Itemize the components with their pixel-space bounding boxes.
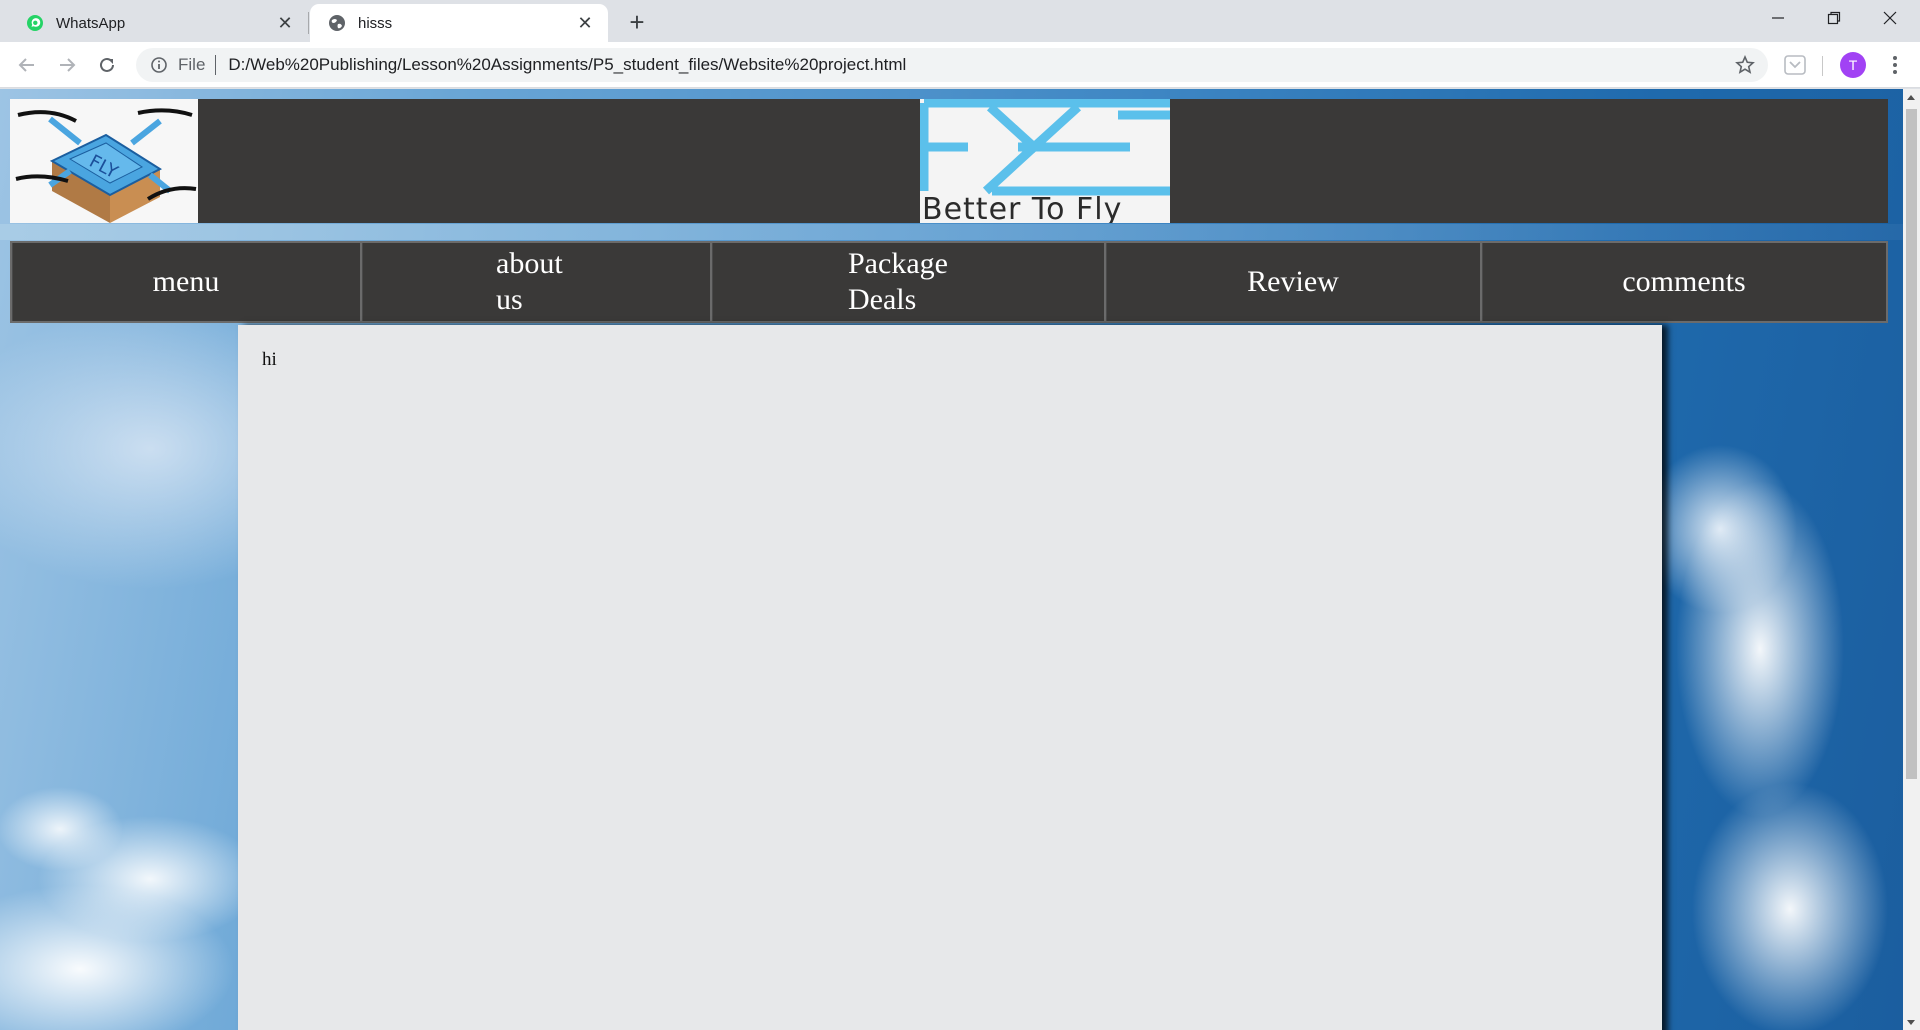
star-icon	[1735, 55, 1755, 74]
nav-item-package-deals[interactable]: Package Deals	[712, 243, 1106, 321]
page-viewport: FLY Better To Fly menu about us Package …	[0, 89, 1903, 1030]
content-text: hi	[262, 349, 277, 370]
main-content: hi	[238, 325, 1662, 1030]
menu-dot	[1893, 63, 1897, 67]
minimize-button[interactable]	[1750, 0, 1806, 36]
back-arrow-icon	[18, 58, 34, 72]
scroll-down-arrow-icon[interactable]	[1907, 1020, 1915, 1025]
tab-whatsapp[interactable]: WhatsApp ✕	[8, 4, 308, 42]
page-scrollbar[interactable]	[1903, 89, 1920, 1030]
nav-item-label: Review	[1247, 265, 1339, 298]
nav-item-label: Package Deals	[848, 247, 948, 316]
nav-item-comments[interactable]: comments	[1482, 243, 1886, 321]
new-tab-button[interactable]: +	[622, 7, 652, 37]
close-icon[interactable]: ✕	[574, 12, 596, 34]
drone-logo-icon: FLY	[15, 108, 197, 223]
back-button[interactable]	[12, 50, 42, 80]
site-header: FLY Better To Fly	[10, 99, 1888, 223]
scroll-up-arrow-icon[interactable]	[1907, 95, 1915, 100]
drone-box-logo: FLY	[10, 99, 198, 223]
brand-tagline: Better To Fly	[922, 192, 1123, 223]
tab-hisss[interactable]: hisss ✕	[310, 4, 608, 42]
nav-item-label: about us	[496, 247, 563, 316]
close-icon	[1883, 11, 1897, 25]
forward-button[interactable]	[52, 50, 82, 80]
nav-item-label: menu	[152, 265, 220, 298]
globe-icon	[329, 15, 345, 31]
scroll-thumb[interactable]	[1906, 109, 1917, 779]
close-window-button[interactable]	[1862, 0, 1918, 36]
tab-title: WhatsApp	[56, 14, 126, 32]
nav-item-about-us[interactable]: about us	[362, 243, 712, 321]
scheme-label: File	[178, 55, 206, 74]
omnibox-divider	[215, 55, 217, 75]
site-nav: menu about us Package Deals Review comme…	[10, 241, 1888, 323]
address-bar[interactable]: File D:/Web%20Publishing/Lesson%20Assign…	[136, 48, 1768, 82]
forward-arrow-icon	[60, 58, 76, 72]
menu-dot	[1893, 56, 1897, 60]
minimize-icon	[1772, 17, 1784, 19]
nav-item-menu[interactable]: menu	[12, 243, 362, 321]
info-icon[interactable]	[150, 56, 168, 74]
nav-item-label: comments	[1622, 265, 1746, 298]
reload-button[interactable]	[92, 50, 122, 80]
whatsapp-icon	[27, 15, 43, 31]
sky-background-streak	[0, 224, 1903, 240]
restore-button[interactable]	[1806, 0, 1862, 36]
restore-icon	[1827, 11, 1841, 25]
url-text[interactable]: D:/Web%20Publishing/Lesson%20Assignments…	[228, 55, 1732, 75]
fly-logo: Better To Fly	[920, 99, 1170, 223]
tab-strip: WhatsApp ✕ hisss ✕ +	[0, 0, 1920, 42]
toolbar-divider	[1822, 56, 1823, 76]
browser-menu-button[interactable]	[1880, 50, 1910, 80]
reload-icon	[100, 57, 114, 72]
pocket-extension-icon[interactable]	[1784, 55, 1806, 75]
nav-item-review[interactable]: Review	[1106, 243, 1482, 321]
tab-title: hisss	[358, 14, 393, 32]
bookmark-star-button[interactable]	[1732, 52, 1758, 78]
profile-avatar[interactable]: T	[1840, 52, 1866, 78]
menu-dot	[1893, 70, 1897, 74]
close-icon[interactable]: ✕	[274, 12, 296, 34]
browser-toolbar: File D:/Web%20Publishing/Lesson%20Assign…	[0, 42, 1920, 88]
tab-divider	[308, 12, 309, 34]
